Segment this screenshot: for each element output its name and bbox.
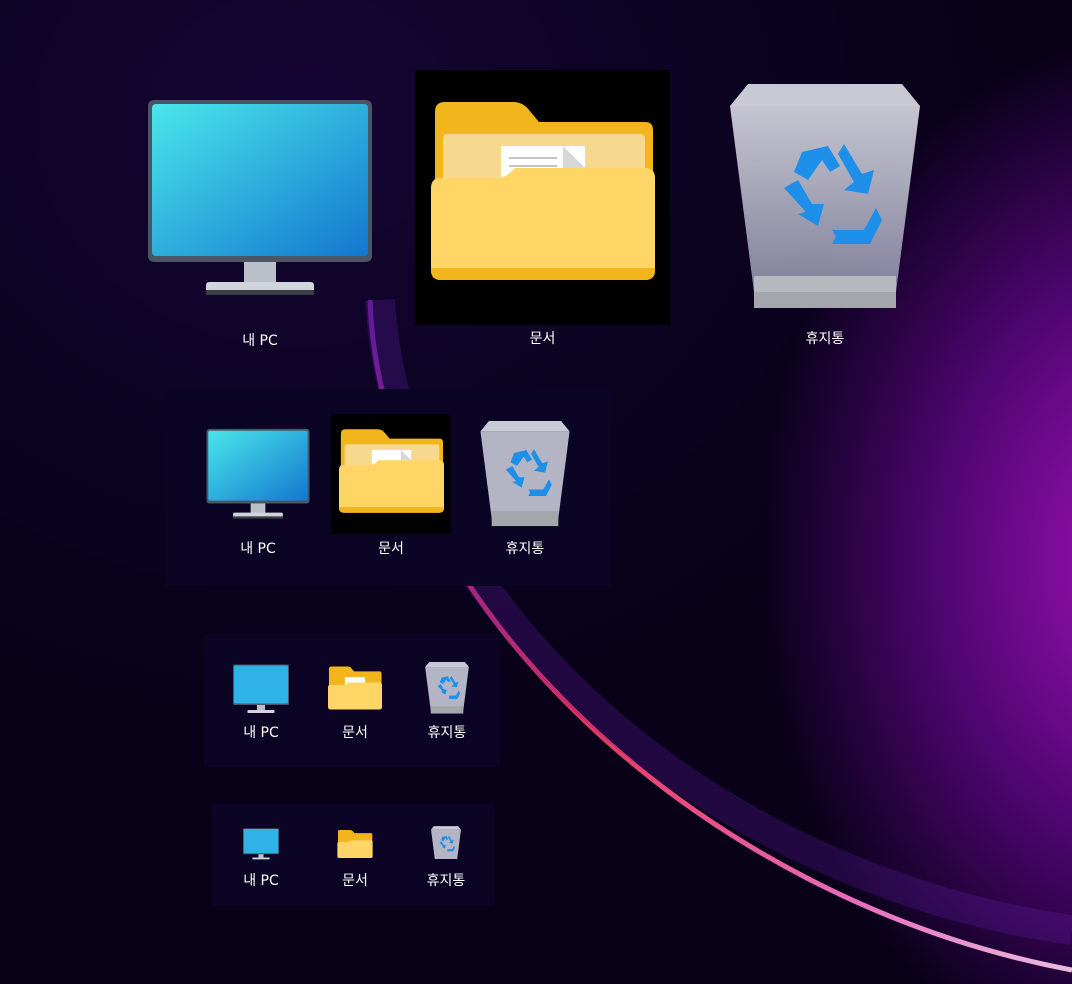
desktop-icon-recycle-bin[interactable]: 휴지통 <box>720 80 930 350</box>
icon-label: 문서 <box>342 873 368 889</box>
desktop-icon-documents[interactable]: 문서 <box>331 414 451 557</box>
icon-label: 휴지통 <box>426 873 466 889</box>
monitor-icon <box>233 664 289 714</box>
desktop-icon-my-pc[interactable]: 내 PC <box>200 424 316 559</box>
folder-icon <box>339 429 444 513</box>
icon-label: 문서 <box>378 541 404 557</box>
icon-label: 휴지통 <box>805 331 845 347</box>
icon-label: 내 PC <box>242 333 278 349</box>
desktop-icon-recycle-bin[interactable]: 휴지통 <box>470 419 580 559</box>
icon-label: 내 PC <box>243 725 279 741</box>
desktop-icon-documents[interactable]: 문서 <box>415 70 670 347</box>
recycle-bin-icon <box>425 662 469 714</box>
icon-row-extra-large: 내 PC 문서 휴지통 <box>0 0 1072 360</box>
desktop-icon-my-pc[interactable]: 내 PC <box>230 826 292 892</box>
desktop-icon-documents[interactable]: 문서 <box>322 662 388 744</box>
monitor-icon <box>148 98 372 298</box>
icon-label: 문서 <box>529 331 556 347</box>
icon-label: 내 PC <box>243 873 279 889</box>
desktop-icon-my-pc[interactable]: 내 PC <box>140 90 380 350</box>
icon-label: 휴지통 <box>505 541 545 557</box>
monitor-icon <box>243 828 279 860</box>
desktop-icon-recycle-bin[interactable]: 휴지통 <box>414 662 480 744</box>
desktop-icon-recycle-bin[interactable]: 휴지통 <box>415 826 477 892</box>
icon-label: 문서 <box>342 725 368 741</box>
monitor-icon <box>206 428 310 520</box>
folder-icon <box>431 102 655 280</box>
recycle-bin-icon <box>730 84 920 310</box>
recycle-bin-icon <box>431 826 461 862</box>
icon-row-small: 내 PC 문서 휴지통 <box>212 804 494 906</box>
folder-icon <box>328 666 382 710</box>
desktop-icon-documents[interactable]: 문서 <box>324 826 386 892</box>
icon-row-medium: 내 PC 문서 휴지통 <box>204 634 500 767</box>
desktop-icon-my-pc[interactable]: 내 PC <box>228 662 294 744</box>
recycle-bin-icon <box>480 421 570 527</box>
icon-row-large: 내 PC 문서 휴지통 <box>165 389 611 586</box>
folder-icon <box>337 830 373 858</box>
icon-label: 휴지통 <box>427 725 467 741</box>
icon-label: 내 PC <box>240 541 276 557</box>
